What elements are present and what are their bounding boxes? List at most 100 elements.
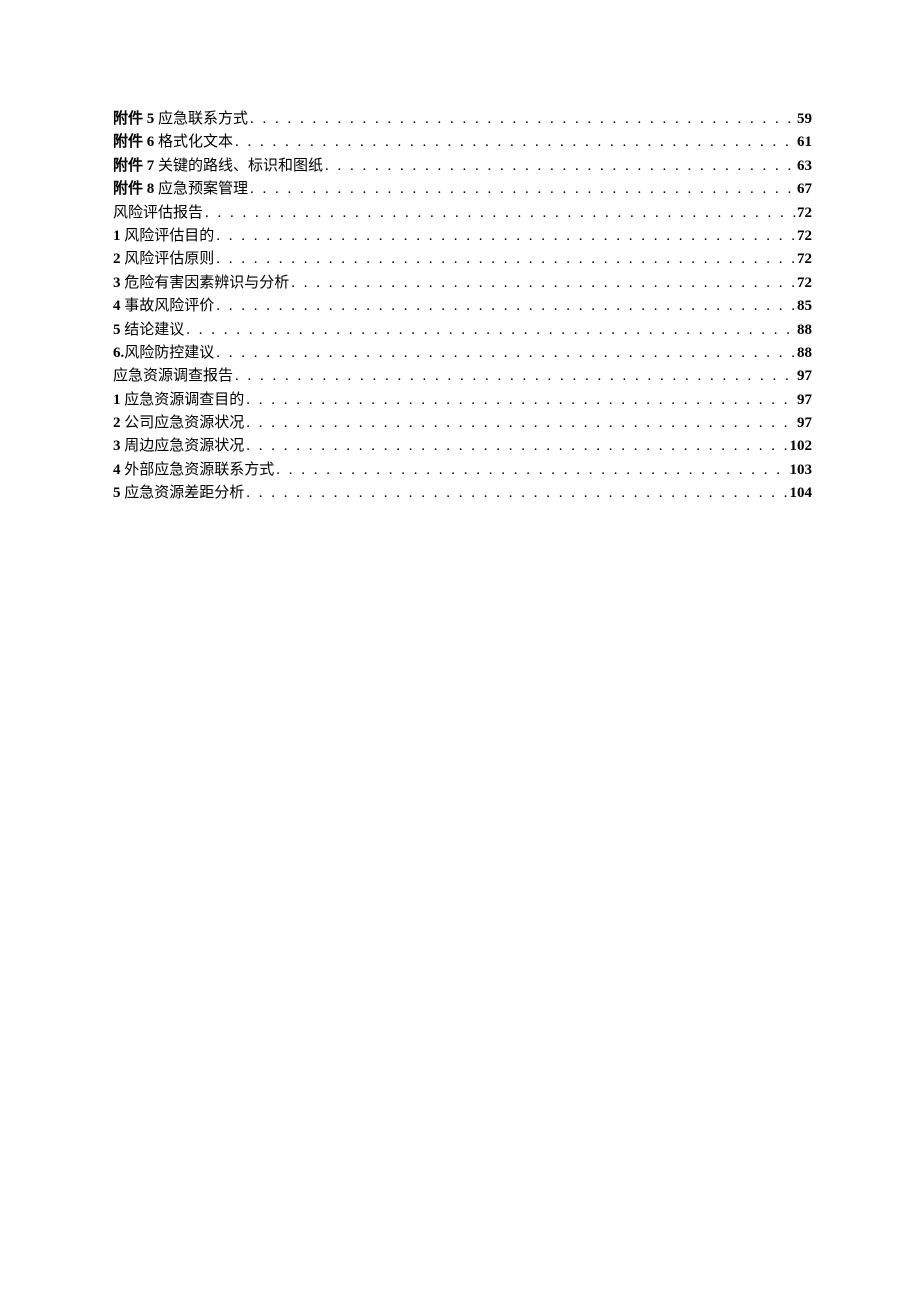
toc-entry-page: 103 — [790, 459, 813, 482]
toc-leader-dots: . . . . . . . . . . . . . . . . . . . . … — [289, 272, 797, 295]
toc-leader-dots: . . . . . . . . . . . . . . . . . . . . … — [244, 435, 789, 458]
toc-entry: 5 结论建议. . . . . . . . . . . . . . . . . … — [113, 319, 812, 342]
toc-entry: 2 风险评估原则. . . . . . . . . . . . . . . . … — [113, 248, 812, 271]
toc-entry-number: 3 — [113, 438, 124, 454]
toc-leader-dots: . . . . . . . . . . . . . . . . . . . . … — [214, 248, 797, 271]
toc-entry-text: 应急联系方式 — [158, 111, 248, 127]
toc-entry-page: 88 — [797, 319, 812, 342]
toc-leader-dots: . . . . . . . . . . . . . . . . . . . . … — [214, 342, 797, 365]
toc-entry-page: 88 — [797, 342, 812, 365]
toc-entry-title: 2 公司应急资源状况 — [113, 412, 244, 435]
toc-entry-number: 附件 6 — [113, 134, 158, 150]
toc-entry-page: 97 — [797, 389, 812, 412]
toc-leader-dots: . . . . . . . . . . . . . . . . . . . . … — [233, 131, 797, 154]
toc-entry-text: 风险评估报告 — [113, 205, 203, 221]
toc-entry-page: 72 — [797, 272, 812, 295]
toc-leader-dots: . . . . . . . . . . . . . . . . . . . . … — [233, 365, 797, 388]
toc-entry-title: 附件 8 应急预案管理 — [113, 178, 248, 201]
toc-entry: 风险评估报告. . . . . . . . . . . . . . . . . … — [113, 202, 812, 225]
toc-entry-title: 风险评估报告 — [113, 202, 203, 225]
toc-entry-text: 应急资源差距分析 — [124, 485, 244, 501]
toc-leader-dots: . . . . . . . . . . . . . . . . . . . . … — [184, 319, 797, 342]
toc-entry-number: 5 — [113, 322, 124, 338]
toc-leader-dots: . . . . . . . . . . . . . . . . . . . . … — [203, 202, 797, 225]
toc-entry-title: 3 周边应急资源状况 — [113, 435, 244, 458]
toc-entry-text: 应急资源调查目的 — [124, 392, 244, 408]
toc-entry: 3 周边应急资源状况. . . . . . . . . . . . . . . … — [113, 435, 812, 458]
toc-entry-number: 6. — [113, 345, 124, 361]
toc-entry-text: 风险评估目的 — [124, 228, 214, 244]
toc-entry-number: 5 — [113, 485, 124, 501]
toc-entry-text: 应急资源调查报告 — [113, 368, 233, 384]
toc-entry-page: 72 — [797, 225, 812, 248]
toc-entry-number: 4 — [113, 462, 124, 478]
toc-entry-number: 附件 8 — [113, 181, 158, 197]
toc-leader-dots: . . . . . . . . . . . . . . . . . . . . … — [214, 225, 797, 248]
toc-entry-text: 周边应急资源状况 — [124, 438, 244, 454]
toc-entry-title: 5 应急资源差距分析 — [113, 482, 244, 505]
toc-entry-number: 1 — [113, 228, 124, 244]
toc-leader-dots: . . . . . . . . . . . . . . . . . . . . … — [274, 459, 789, 482]
toc-leader-dots: . . . . . . . . . . . . . . . . . . . . … — [244, 412, 797, 435]
toc-leader-dots: . . . . . . . . . . . . . . . . . . . . … — [244, 482, 789, 505]
toc-entry-text: 关键的路线、标识和图纸 — [158, 158, 323, 174]
toc-leader-dots: . . . . . . . . . . . . . . . . . . . . … — [244, 389, 797, 412]
table-of-contents: 附件 5 应急联系方式. . . . . . . . . . . . . . .… — [113, 108, 812, 506]
toc-entry-page: 102 — [790, 435, 813, 458]
toc-entry-title: 附件 7 关键的路线、标识和图纸 — [113, 155, 323, 178]
toc-leader-dots: . . . . . . . . . . . . . . . . . . . . … — [323, 155, 797, 178]
toc-entry-text: 风险评估原则 — [124, 251, 214, 267]
toc-entry: 附件 6 格式化文本. . . . . . . . . . . . . . . … — [113, 131, 812, 154]
toc-entry-number: 附件 5 — [113, 111, 158, 127]
toc-entry: 2 公司应急资源状况. . . . . . . . . . . . . . . … — [113, 412, 812, 435]
toc-entry: 附件 5 应急联系方式. . . . . . . . . . . . . . .… — [113, 108, 812, 131]
toc-entry-page: 67 — [797, 178, 812, 201]
toc-entry-text: 危险有害因素辨识与分析 — [124, 275, 289, 291]
toc-entry-number: 2 — [113, 415, 124, 431]
toc-entry-title: 4 事故风险评价 — [113, 295, 214, 318]
toc-entry-page: 61 — [797, 131, 812, 154]
toc-entry-title: 附件 5 应急联系方式 — [113, 108, 248, 131]
toc-entry-text: 事故风险评价 — [124, 298, 214, 314]
toc-entry-page: 72 — [797, 248, 812, 271]
toc-entry-title: 5 结论建议 — [113, 319, 184, 342]
toc-leader-dots: . . . . . . . . . . . . . . . . . . . . … — [248, 178, 797, 201]
toc-entry-title: 应急资源调查报告 — [113, 365, 233, 388]
toc-entry: 应急资源调查报告. . . . . . . . . . . . . . . . … — [113, 365, 812, 388]
toc-entry: 附件 7 关键的路线、标识和图纸. . . . . . . . . . . . … — [113, 155, 812, 178]
toc-entry-title: 3 危险有害因素辨识与分析 — [113, 272, 289, 295]
toc-entry-text: 格式化文本 — [158, 134, 233, 150]
toc-entry-title: 1 风险评估目的 — [113, 225, 214, 248]
toc-entry-title: 6.风险防控建议 — [113, 342, 214, 365]
toc-entry-number: 1 — [113, 392, 124, 408]
toc-entry-text: 结论建议 — [124, 322, 184, 338]
toc-entry-title: 4 外部应急资源联系方式 — [113, 459, 274, 482]
toc-entry: 5 应急资源差距分析. . . . . . . . . . . . . . . … — [113, 482, 812, 505]
toc-entry-page: 59 — [797, 108, 812, 131]
toc-entry-text: 应急预案管理 — [158, 181, 248, 197]
toc-entry-title: 1 应急资源调查目的 — [113, 389, 244, 412]
toc-entry: 附件 8 应急预案管理. . . . . . . . . . . . . . .… — [113, 178, 812, 201]
toc-entry-text: 风险防控建议 — [124, 345, 214, 361]
toc-leader-dots: . . . . . . . . . . . . . . . . . . . . … — [214, 295, 797, 318]
toc-leader-dots: . . . . . . . . . . . . . . . . . . . . … — [248, 108, 797, 131]
toc-entry: 4 外部应急资源联系方式. . . . . . . . . . . . . . … — [113, 459, 812, 482]
toc-entry: 1 风险评估目的. . . . . . . . . . . . . . . . … — [113, 225, 812, 248]
toc-entry: 6.风险防控建议. . . . . . . . . . . . . . . . … — [113, 342, 812, 365]
toc-entry-number: 2 — [113, 251, 124, 267]
toc-entry-title: 附件 6 格式化文本 — [113, 131, 233, 154]
toc-entry-page: 63 — [797, 155, 812, 178]
toc-entry-page: 97 — [797, 412, 812, 435]
toc-entry: 4 事故风险评价. . . . . . . . . . . . . . . . … — [113, 295, 812, 318]
toc-entry-text: 公司应急资源状况 — [124, 415, 244, 431]
toc-entry-page: 97 — [797, 365, 812, 388]
toc-entry-number: 4 — [113, 298, 124, 314]
toc-entry-text: 外部应急资源联系方式 — [124, 462, 274, 478]
toc-entry-number: 3 — [113, 275, 124, 291]
toc-entry-number: 附件 7 — [113, 158, 158, 174]
toc-entry-page: 72 — [797, 202, 812, 225]
toc-entry-page: 104 — [790, 482, 813, 505]
toc-entry-title: 2 风险评估原则 — [113, 248, 214, 271]
toc-entry: 1 应急资源调查目的. . . . . . . . . . . . . . . … — [113, 389, 812, 412]
toc-entry: 3 危险有害因素辨识与分析. . . . . . . . . . . . . .… — [113, 272, 812, 295]
